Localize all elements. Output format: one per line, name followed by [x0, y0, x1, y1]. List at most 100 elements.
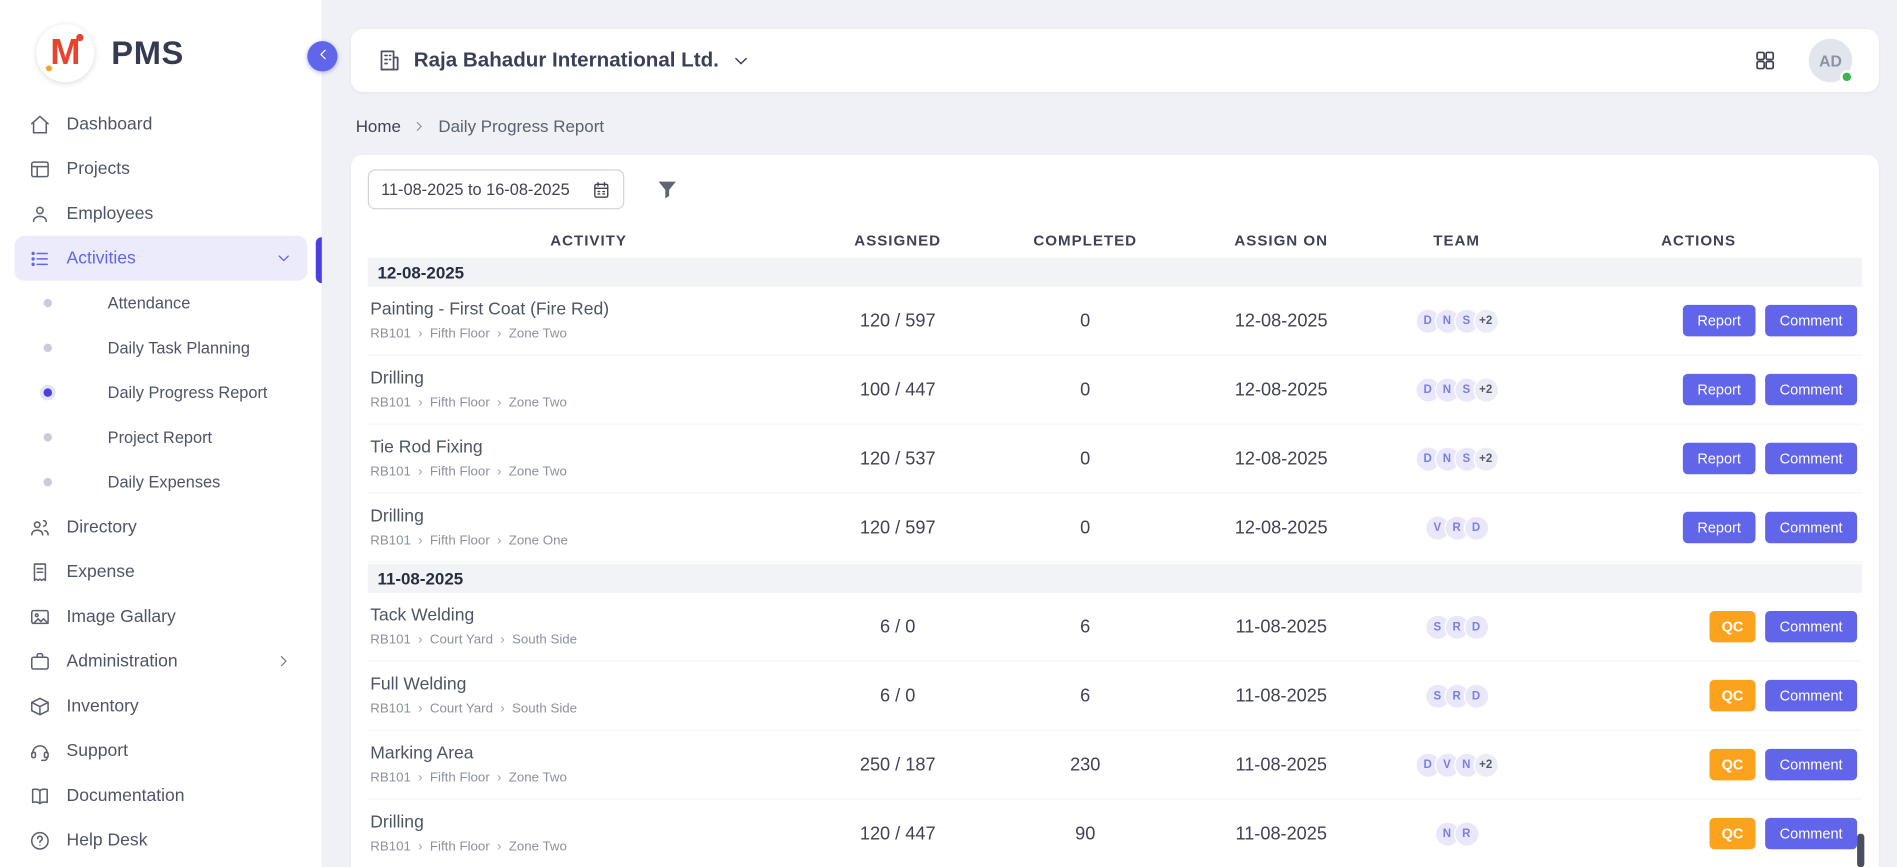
helpdesk-icon: [29, 829, 51, 851]
building-icon: [377, 48, 401, 72]
team-member-avatar[interactable]: D: [1463, 683, 1488, 708]
comment-button[interactable]: Comment: [1765, 305, 1857, 336]
sidebar-item-expense[interactable]: Expense: [15, 549, 308, 594]
sidebar-item-inventory[interactable]: Inventory: [15, 684, 308, 729]
team-cell: DNS+2: [1378, 308, 1535, 333]
team-member-avatar[interactable]: R: [1454, 821, 1479, 846]
comment-button[interactable]: Comment: [1765, 818, 1857, 849]
path-segment: RB101: [370, 396, 411, 411]
sidebar-subitem-attendance[interactable]: Attendance: [15, 281, 308, 326]
actions-cell: QC Comment: [1535, 818, 1862, 849]
filter-icon[interactable]: [656, 178, 679, 201]
sidebar-item-documentation[interactable]: Documentation: [15, 773, 308, 818]
report-card: 11-08-2025 to 16-08-2025 ACTIVITY ASSIGN…: [351, 155, 1879, 867]
team-extra-count[interactable]: +2: [1473, 377, 1498, 402]
date-range-input[interactable]: 11-08-2025 to 16-08-2025: [368, 169, 624, 209]
scrollbar-thumb[interactable]: [1857, 834, 1864, 867]
activity-location-path: RB101›Fifth Floor›Zone Two: [370, 465, 809, 480]
sidebar-item-label: Activities: [67, 249, 136, 268]
qc-button[interactable]: QC: [1709, 818, 1755, 849]
sidebar-item-help-desk[interactable]: Help Desk: [15, 818, 308, 863]
date-range-value: 11-08-2025 to 16-08-2025: [381, 180, 570, 198]
sidebar-item-label: Projects: [67, 159, 130, 178]
assigned-value: 120 / 537: [809, 448, 986, 469]
report-button[interactable]: Report: [1683, 512, 1756, 543]
completed-value: 0: [986, 310, 1184, 331]
bullet-icon: [44, 478, 52, 486]
bullet-icon: [44, 433, 52, 441]
chevron-down-icon[interactable]: [731, 50, 752, 71]
comment-button[interactable]: Comment: [1765, 680, 1857, 711]
date-group-row: 11-08-2025: [368, 564, 1862, 593]
app-logo[interactable]: M PMS: [0, 0, 322, 99]
sidebar-subitem-daily-progress-report[interactable]: Daily Progress Report: [15, 370, 308, 415]
comment-button[interactable]: Comment: [1765, 443, 1857, 474]
path-segment: Zone One: [509, 534, 568, 549]
activity-location-path: RB101›Fifth Floor›Zone One: [370, 534, 809, 549]
path-segment: South Side: [512, 633, 577, 648]
team-cell: DNS+2: [1378, 446, 1535, 471]
sidebar-collapse-button[interactable]: [307, 41, 337, 71]
assigned-value: 120 / 597: [809, 517, 986, 538]
user-avatar[interactable]: AD: [1809, 39, 1853, 83]
sidebar-subitem-daily-expenses[interactable]: Daily Expenses: [15, 460, 308, 505]
qc-button[interactable]: QC: [1709, 611, 1755, 642]
comment-button[interactable]: Comment: [1765, 512, 1857, 543]
report-button[interactable]: Report: [1683, 305, 1756, 336]
active-item-indicator: [316, 237, 322, 283]
team-member-avatar[interactable]: D: [1463, 614, 1488, 639]
sidebar-subitem-label: Daily Progress Report: [108, 384, 268, 402]
documentation-icon: [29, 785, 51, 807]
gallery-icon: [29, 606, 51, 628]
sidebar-item-directory[interactable]: Directory: [15, 504, 308, 549]
team-member-avatar[interactable]: D: [1463, 515, 1488, 540]
path-segment: Fifth Floor: [430, 327, 490, 342]
chevron-separator-icon: ›: [418, 771, 422, 786]
sidebar-subitem-daily-task-planning[interactable]: Daily Task Planning: [15, 325, 308, 370]
sidebar-item-label: Directory: [67, 517, 137, 536]
bullet-icon: [44, 344, 52, 352]
sidebar-item-activities[interactable]: Activities: [15, 236, 308, 281]
activity-location-path: RB101›Court Yard›South Side: [370, 702, 809, 717]
team-extra-count[interactable]: +2: [1473, 446, 1498, 471]
actions-cell: QC Comment: [1535, 611, 1862, 642]
comment-button[interactable]: Comment: [1765, 374, 1857, 405]
chevron-separator-icon: ›: [418, 534, 422, 549]
employees-icon: [29, 203, 51, 225]
report-button[interactable]: Report: [1683, 374, 1756, 405]
activity-name: Tack Welding: [370, 606, 809, 625]
chevron-separator-icon: ›: [418, 396, 422, 411]
sidebar-subitem-label: Daily Task Planning: [108, 339, 250, 357]
chevron-separator-icon: ›: [500, 702, 504, 717]
activity-name: Drilling: [370, 369, 809, 388]
comment-button[interactable]: Comment: [1765, 749, 1857, 780]
activity-cell: Drilling RB101›Fifth Floor›Zone Two: [368, 813, 810, 854]
breadcrumb-home[interactable]: Home: [356, 116, 401, 135]
sidebar-item-label: Documentation: [67, 786, 185, 805]
sidebar-item-dashboard[interactable]: Dashboard: [15, 102, 308, 147]
sidebar-item-image-gallary[interactable]: Image Gallary: [15, 594, 308, 639]
team-extra-count[interactable]: +2: [1473, 752, 1498, 777]
comment-button[interactable]: Comment: [1765, 611, 1857, 642]
column-header-activity: ACTIVITY: [368, 232, 810, 249]
activity-cell: Painting - First Coat (Fire Red) RB101›F…: [368, 300, 810, 341]
sidebar-item-label: Image Gallary: [67, 607, 176, 626]
path-segment: South Side: [512, 702, 577, 717]
qc-button[interactable]: QC: [1709, 749, 1755, 780]
sidebar-item-administration[interactable]: Administration: [15, 639, 308, 684]
report-button[interactable]: Report: [1683, 443, 1756, 474]
team-extra-count[interactable]: +2: [1473, 308, 1498, 333]
path-segment: Court Yard: [430, 633, 493, 648]
breadcrumb: Home Daily Progress Report: [356, 116, 604, 135]
sidebar-subitem-project-report[interactable]: Project Report: [15, 415, 308, 460]
sidebar-item-support[interactable]: Support: [15, 728, 308, 773]
qc-button[interactable]: QC: [1709, 680, 1755, 711]
path-segment: Zone Two: [509, 465, 567, 480]
activity-cell: Drilling RB101›Fifth Floor›Zone Two: [368, 369, 810, 410]
path-segment: RB101: [370, 465, 411, 480]
column-header-completed: COMPLETED: [986, 232, 1184, 249]
apps-grid-icon[interactable]: [1753, 48, 1777, 72]
sidebar-item-projects[interactable]: Projects: [15, 146, 308, 191]
sidebar-item-employees[interactable]: Employees: [15, 191, 308, 236]
date-group-row: 12-08-2025: [368, 258, 1862, 287]
